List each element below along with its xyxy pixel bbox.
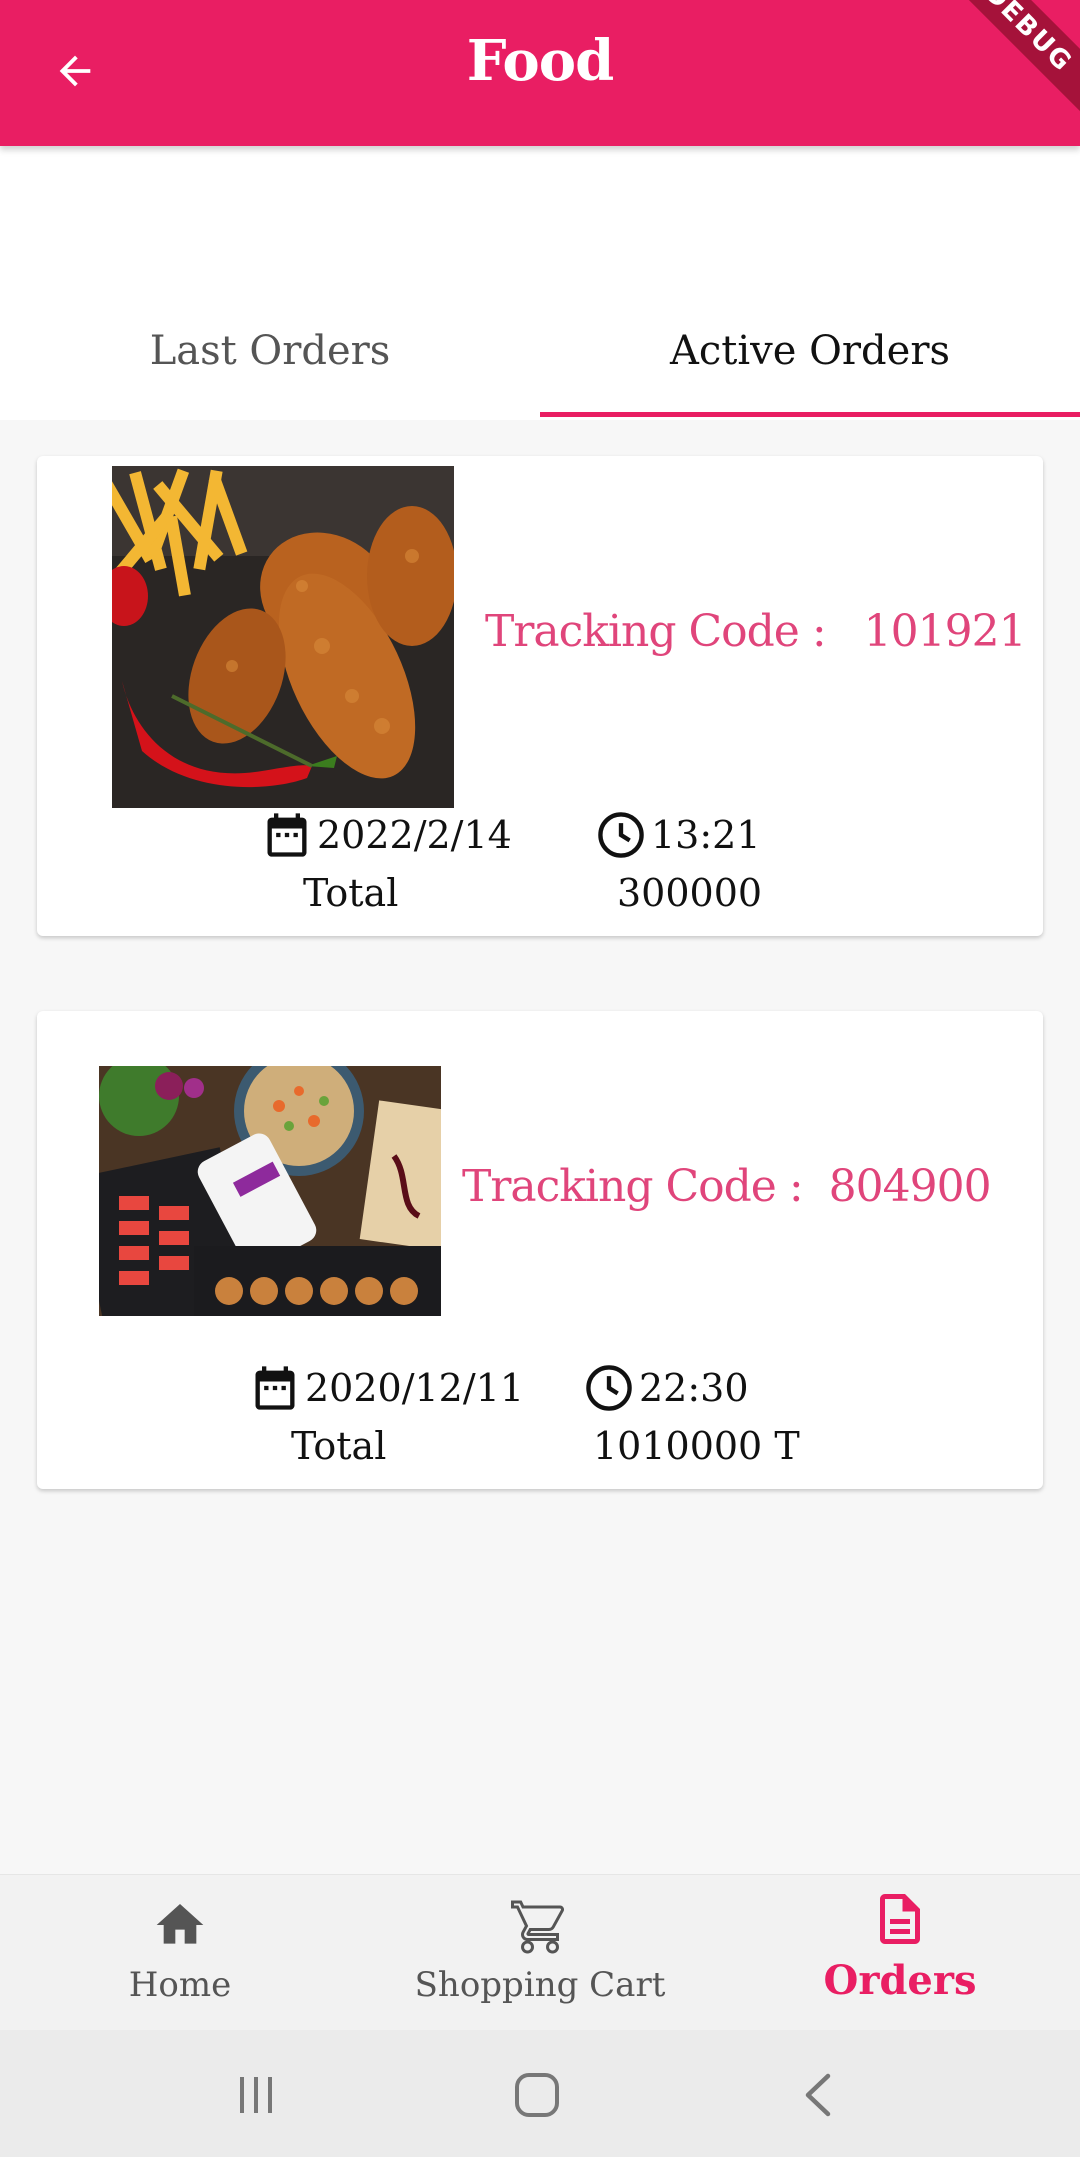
page-title: Food (466, 28, 615, 94)
tab-last-orders[interactable]: Last Orders (0, 316, 540, 420)
tracking-label: Tracking Code : (485, 606, 827, 657)
total-value: 300000 (617, 871, 763, 915)
chevron-left-icon (805, 2073, 831, 2117)
order-date: 2022/2/14 (261, 809, 512, 861)
recent-apps-button[interactable] (216, 2060, 296, 2130)
nav-home-label: Home (128, 1965, 232, 2005)
clock-icon (598, 812, 644, 858)
tracking-code: Tracking Code : 804900 (462, 1161, 992, 1212)
tracking-code-value: 101921 (863, 606, 1027, 657)
order-card[interactable]: Tracking Code : 101921 2022/2/14 13:21 To… (37, 456, 1043, 936)
system-navigation-bar (0, 2030, 1080, 2157)
total-value: 1010000 T (593, 1424, 800, 1468)
order-tabs: Last Orders Active Orders (0, 146, 1080, 420)
home-button[interactable] (497, 2060, 577, 2130)
order-date-value: 2020/12/11 (305, 1366, 525, 1410)
tracking-code: Tracking Code : 101921 (485, 606, 1027, 657)
bottom-navigation: Home Shopping Cart Orders (0, 1874, 1080, 2031)
order-time: 13:21 (595, 809, 761, 861)
calendar-icon (267, 813, 307, 857)
nav-orders-label: Orders (823, 1957, 977, 2004)
order-time-value: 13:21 (651, 813, 761, 857)
order-image (112, 466, 454, 808)
back-nav-button[interactable] (778, 2060, 858, 2130)
order-date: 2020/12/11 (249, 1362, 524, 1414)
order-time-value: 22:30 (639, 1366, 749, 1410)
tracking-label: Tracking Code : (462, 1161, 804, 1212)
nav-shopping-cart[interactable]: Shopping Cart (360, 1875, 720, 2031)
nav-shopping-cart-label: Shopping Cart (414, 1965, 666, 2005)
app-bar: Food DEBUG (0, 0, 1080, 146)
nav-orders[interactable]: Orders (720, 1875, 1080, 2031)
tracking-code-value: 804900 (828, 1161, 992, 1212)
total-label: Total (291, 1424, 387, 1468)
tab-active-orders[interactable]: Active Orders (540, 316, 1080, 420)
cart-icon (511, 1900, 564, 1954)
clock-icon (586, 1365, 632, 1411)
active-tab-indicator (540, 412, 1080, 417)
nav-home[interactable]: Home (0, 1875, 360, 2031)
order-card[interactable]: Tracking Code : 804900 2020/12/11 22:30 T… (37, 1011, 1043, 1489)
total-label: Total (303, 871, 399, 915)
calendar-icon (255, 1366, 295, 1410)
order-time: 22:30 (583, 1362, 749, 1414)
order-date-value: 2022/2/14 (317, 813, 512, 857)
order-image (99, 1066, 441, 1316)
home-icon (156, 1904, 204, 1944)
recent-apps-icon (240, 2077, 272, 2113)
home-circle-icon (515, 2073, 559, 2117)
document-icon (880, 1894, 920, 1944)
